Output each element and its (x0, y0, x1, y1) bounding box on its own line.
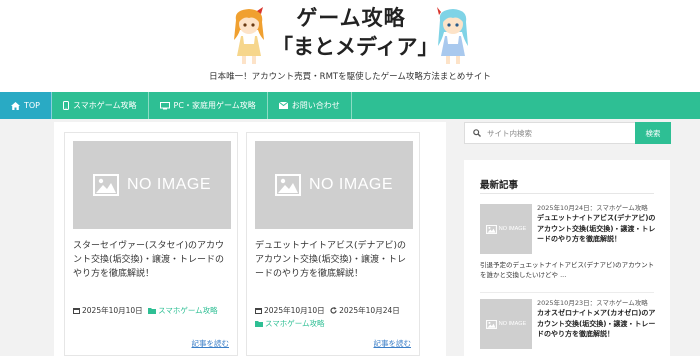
divider (480, 292, 654, 293)
logo-title-line2: 「まとメディア」 (272, 35, 439, 59)
nav-item-contact[interactable]: お問い合わせ (268, 92, 352, 119)
folder-icon (148, 306, 157, 318)
nav-item-pc-console-games[interactable]: PC・家庭用ゲーム攻略 (149, 92, 268, 119)
nav-item-smartphone-games[interactable]: スマホゲーム攻略 (52, 92, 149, 119)
article-meta: 2025年10月10日 スマホゲーム攻略 (73, 305, 233, 318)
nav-item-label: TOP (24, 101, 41, 110)
site-tagline: 日本唯一！アカウント売買・RMTを駆使したゲーム攻略方法まとめサイト (209, 72, 491, 82)
site-logo[interactable]: ゲーム攻略 「まとメディア」 (228, 4, 472, 66)
nav-item-label: お問い合わせ (291, 101, 340, 110)
mascot-right-icon (437, 7, 468, 64)
nav-item-label: スマホゲーム攻略 (73, 101, 137, 110)
nav-item-top[interactable]: TOP (0, 92, 53, 119)
recent-post-meta: 2025年10月24日：スマホゲーム攻略 (537, 204, 648, 212)
read-more-link[interactable]: 記事を読む (374, 338, 412, 349)
article-card[interactable]: NO IMAGE スターセイヴァー(スタセイ)のアカウント交換(垢交換)・譲渡・… (64, 132, 238, 356)
category-link[interactable]: スマホゲーム攻略 (158, 306, 218, 315)
divider (480, 193, 654, 194)
main-nav: TOP スマホゲーム攻略 PC・家庭用ゲーム攻略 お問い合わせ (0, 92, 700, 119)
image-placeholder-icon (485, 224, 497, 234)
article-title[interactable]: スターセイヴァー(スタセイ)のアカウント交換(垢交換)・譲渡・トレードのやり方を… (73, 239, 233, 281)
recent-post-thumbnail[interactable]: NO IMAGE (480, 204, 532, 254)
no-image-label: NO IMAGE (498, 226, 527, 232)
refresh-icon (330, 306, 337, 318)
publish-date: 2025年10月10日 (264, 306, 325, 315)
publish-date: 2025年10月10日 (82, 306, 143, 315)
article-title[interactable]: デュエットナイトアビス(デナアビ)のアカウント交換(垢交換)・譲渡・トレードのや… (255, 239, 415, 281)
logo-title-line1: ゲーム攻略 (296, 6, 406, 30)
search-icon (473, 129, 481, 137)
smartphone-icon (63, 101, 70, 110)
article-thumbnail[interactable]: NO IMAGE (255, 141, 413, 229)
recent-post-title[interactable]: デュエットナイトアビス(デナアビ)のアカウント交換(垢交換)・譲渡・トレードのや… (537, 213, 661, 245)
mail-icon (278, 102, 288, 109)
calendar-icon (73, 306, 80, 318)
image-placeholder-icon (485, 319, 497, 329)
recent-post-title[interactable]: カオスゼロナイトメア(カオゼロ)のアカウント交換(垢交換)・譲渡・トレードのやり… (537, 308, 661, 340)
image-placeholder-icon (92, 174, 119, 196)
search-input[interactable] (487, 128, 637, 138)
monitor-icon (159, 101, 170, 110)
article-card[interactable]: NO IMAGE デュエットナイトアビス(デナアビ)のアカウント交換(垢交換)・… (246, 132, 420, 356)
read-more-link[interactable]: 記事を読む (192, 338, 230, 349)
updated-date: 2025年10月24日 (339, 306, 400, 315)
home-icon (11, 101, 20, 110)
mascot-left-icon (234, 7, 264, 64)
article-meta: 2025年10月10日 2025年10月24日 スマホゲーム攻略 (255, 305, 415, 331)
recent-post-meta: 2025年10月23日：スマホゲーム攻略 (537, 299, 648, 307)
recent-posts-widget: 最新記事 NO IMAGE 2025年10月24日：スマホゲーム攻略 デュエット… (464, 160, 670, 356)
article-list: NO IMAGE スターセイヴァー(スタセイ)のアカウント交換(垢交換)・譲渡・… (54, 122, 446, 356)
category-link[interactable]: スマホゲーム攻略 (265, 319, 325, 328)
calendar-icon (255, 306, 262, 318)
recent-post-thumbnail[interactable]: NO IMAGE (480, 299, 532, 349)
site-header: ゲーム攻略 「まとメディア」 日本唯一！アカウント売買・RMTを駆使したゲーム攻… (0, 0, 700, 92)
recent-posts-heading: 最新記事 (480, 180, 519, 191)
no-image-label: NO IMAGE (498, 321, 527, 327)
no-image-label: NO IMAGE (308, 176, 393, 193)
recent-post-excerpt: 引退予定のデュエットナイトアビス(デナアビ)のアカウントを誰かと交換したいけどや… (480, 261, 655, 279)
article-thumbnail[interactable]: NO IMAGE (73, 141, 231, 229)
no-image-label: NO IMAGE (126, 176, 211, 193)
nav-item-label: PC・家庭用ゲーム攻略 (173, 101, 256, 110)
image-placeholder-icon (274, 174, 301, 196)
search-button[interactable]: 検索 (635, 122, 671, 144)
folder-icon (255, 319, 263, 331)
